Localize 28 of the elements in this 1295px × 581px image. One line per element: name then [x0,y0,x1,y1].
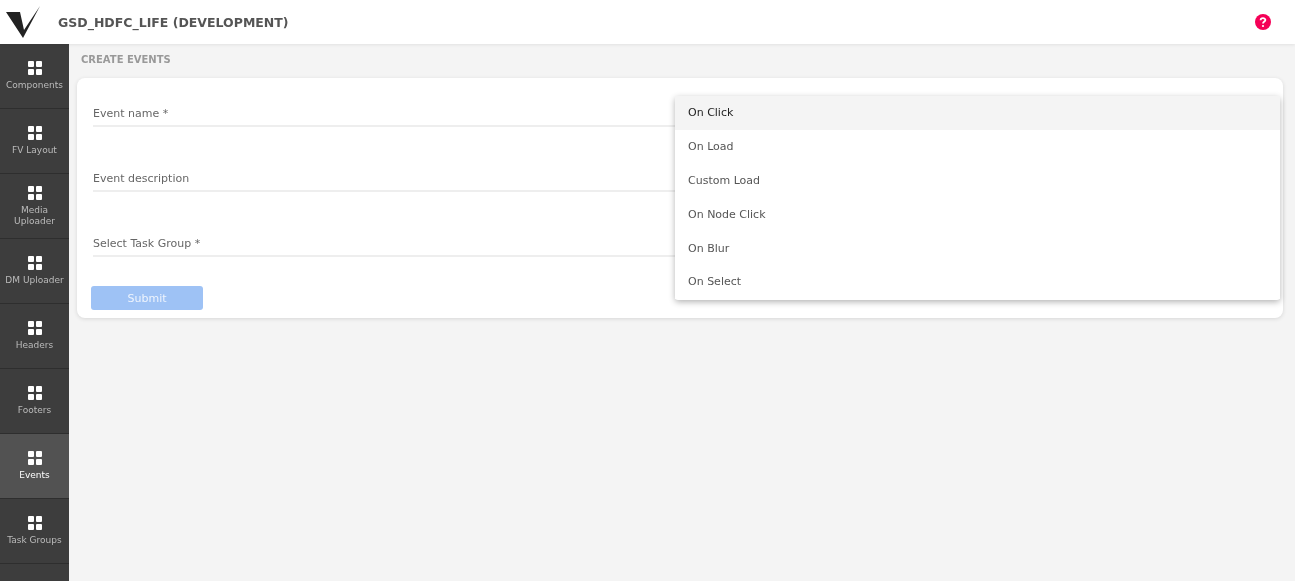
grid-icon [27,516,42,531]
sidebar-item[interactable]: FV Layout [0,109,69,174]
sidebar-item[interactable]: Components [0,44,69,109]
menu-option[interactable]: On Node Click [675,197,1280,232]
grid-icon [27,61,42,76]
grid-icon [27,126,42,141]
input-field[interactable]: Event name * [93,100,675,127]
sidebar-item[interactable]: Headers [0,304,69,369]
page-title: CREATE EVENTS [81,54,172,65]
logo-icon [6,6,42,38]
menu-option[interactable]: On Select [675,265,1280,299]
grid-icon [27,386,42,401]
sidebar-item[interactable]: Events [0,434,69,499]
menu-option[interactable]: On Click [675,96,1280,130]
grid-icon [27,321,42,336]
grid-icon [27,185,42,200]
menu-option[interactable]: On Blur [675,231,1280,265]
menu-option[interactable]: Custom Load [675,163,1280,198]
sidebar-item[interactable]: DM Uploader [0,239,69,304]
sidebar-item[interactable]: Media Uploader [0,174,69,239]
input-field[interactable]: Select Task Group * [93,230,675,257]
sidebar-item[interactable]: Task Groups [0,499,69,564]
menu-option[interactable]: On Load [675,129,1280,164]
input-field[interactable]: Event description [93,165,675,192]
help-icon[interactable] [1255,14,1271,30]
app-title: GSD_HDFC_LIFE (DEVELOPMENT) [58,14,290,30]
grid-icon [27,256,42,271]
grid-icon [27,451,42,466]
